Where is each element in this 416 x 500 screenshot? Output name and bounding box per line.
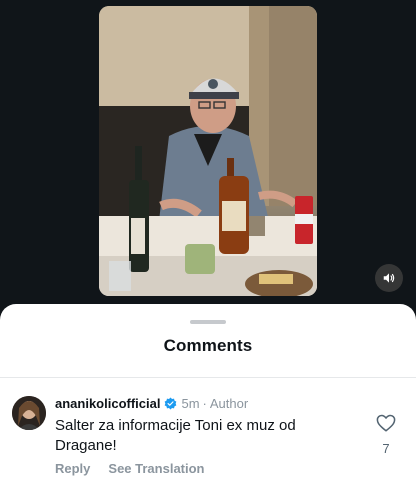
comments-sheet: Comments ananikolicofficial 5m · Author [0, 304, 416, 500]
comment-time: 5m [181, 395, 200, 411]
volume-button[interactable] [375, 264, 403, 292]
comment-meta: ananikolicofficial 5m · Author [55, 395, 248, 411]
comment-item: ananikolicofficial 5m · Author Salter za… [0, 390, 416, 490]
comment-text: Salter za informacije Toni ex muz od Dra… [55, 417, 296, 454]
avatar[interactable] [12, 396, 46, 430]
like-button[interactable] [375, 413, 397, 433]
verified-badge-icon [164, 397, 177, 410]
video-area [0, 0, 416, 320]
speaker-icon [382, 271, 396, 285]
see-translation-button[interactable]: See Translation [108, 461, 204, 476]
comment-actions: Reply See Translation [55, 461, 223, 476]
sheet-title: Comments [163, 336, 253, 355]
reply-button[interactable]: Reply [55, 461, 90, 476]
meta-separator: · [202, 395, 207, 411]
heart-outline-icon [376, 414, 396, 432]
comment-author[interactable]: ananikolicofficial [55, 396, 160, 411]
video-player[interactable] [99, 6, 317, 296]
avatar-image [12, 396, 46, 430]
sheet-divider [0, 377, 416, 378]
video-thumbnail-image [99, 6, 317, 296]
like-count: 7 [382, 441, 390, 456]
author-badge: Author [209, 395, 249, 411]
sheet-grabber[interactable] [190, 320, 226, 324]
